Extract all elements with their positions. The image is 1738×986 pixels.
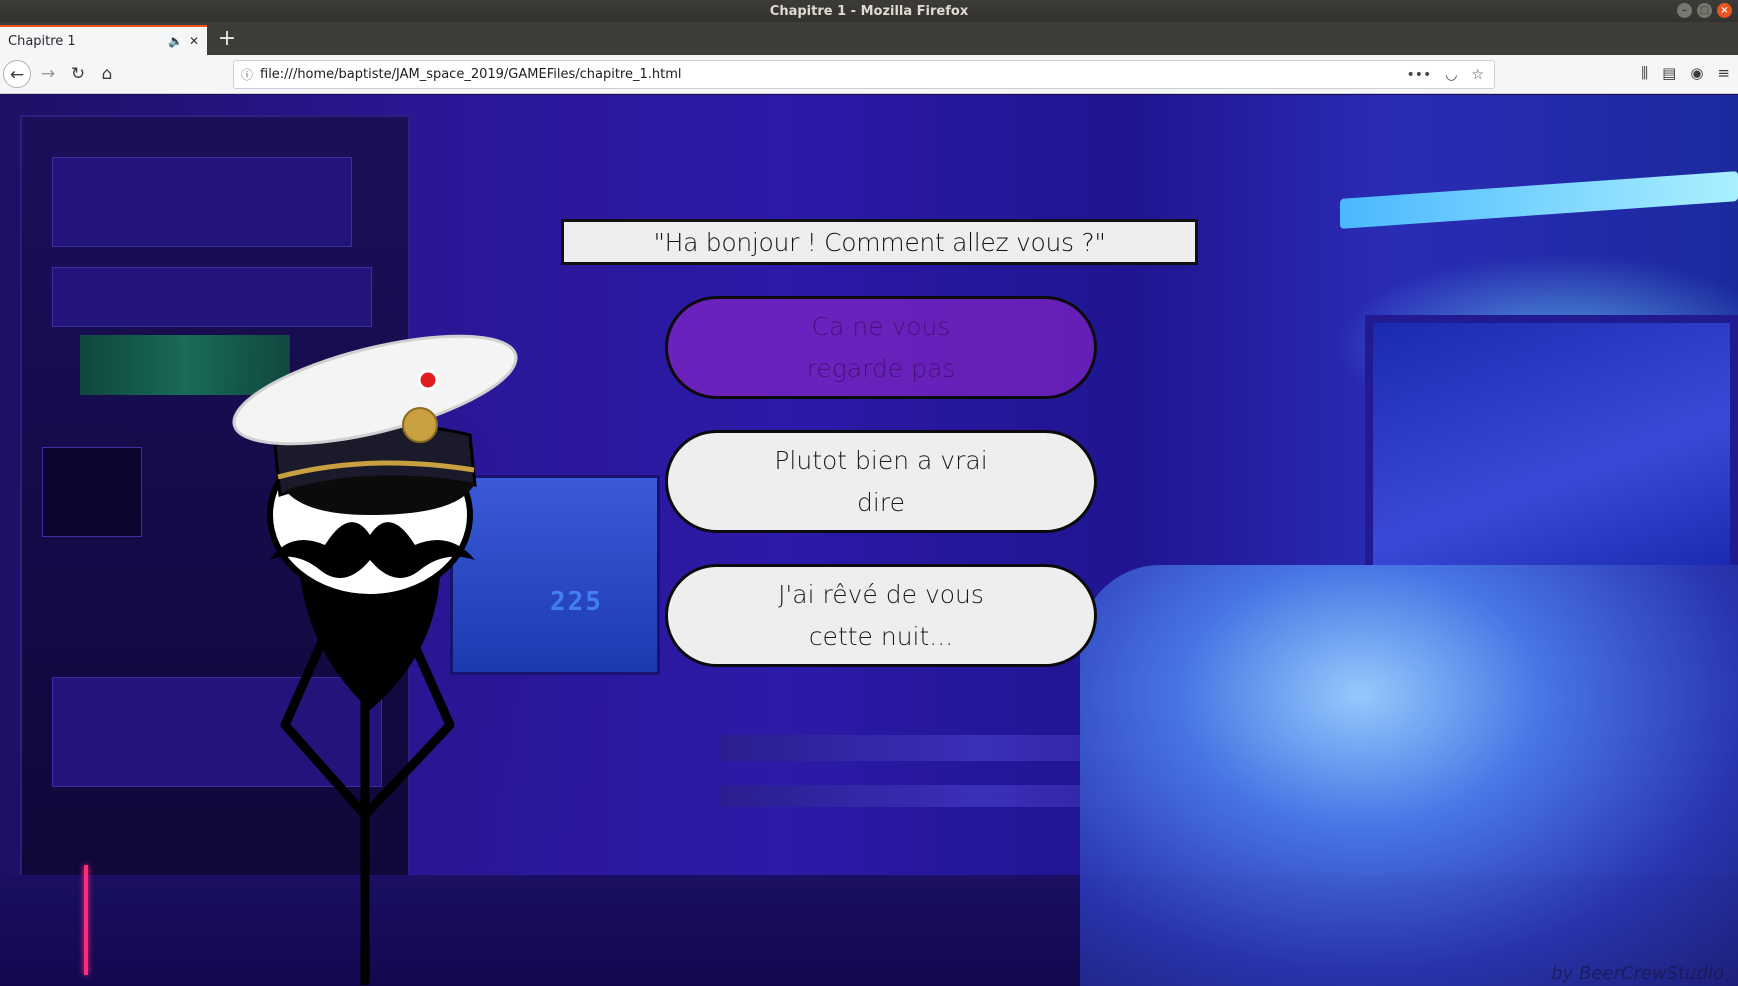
- bookmark-star-icon[interactable]: ☆: [1471, 67, 1484, 83]
- url-text[interactable]: file:///home/baptiste/JAM_space_2019/GAM…: [260, 67, 1406, 82]
- url-actions: ••• ◡ ☆: [1406, 67, 1494, 83]
- neon-strip: [84, 865, 88, 975]
- url-bar[interactable]: ⓘ file:///home/baptiste/JAM_space_2019/G…: [233, 60, 1495, 89]
- maximize-icon[interactable]: □: [1697, 3, 1712, 18]
- reload-button[interactable]: ↻: [64, 60, 92, 88]
- choice-button-2[interactable]: Plutot bien a vrai dire: [665, 430, 1097, 533]
- dialogue-box: "Ha bonjour ! Comment allez vous ?": [561, 219, 1198, 265]
- home-button[interactable]: ⌂: [93, 60, 121, 88]
- library-icon[interactable]: ⫼: [1641, 64, 1648, 82]
- rack-screen: [42, 447, 142, 537]
- more-icon[interactable]: •••: [1406, 67, 1431, 83]
- tab-chapitre-1[interactable]: Chapitre 1 🔈 ✕: [0, 25, 207, 55]
- sidebar-icon[interactable]: ▤: [1662, 64, 1676, 82]
- navigation-bar: ← → ↻ ⌂ ⓘ file:///home/baptiste/JAM_spac…: [0, 55, 1738, 94]
- pocket-icon[interactable]: ◡: [1445, 67, 1457, 83]
- choice-button-3[interactable]: J'ai rêvé de vous cette nuit...: [665, 564, 1097, 667]
- choice-label: J'ai rêvé de vous cette nuit...: [778, 579, 984, 651]
- tab-strip: Chapitre 1 🔈 ✕ +: [0, 22, 1738, 55]
- account-icon[interactable]: ◉: [1690, 64, 1703, 82]
- captain-character: [232, 334, 518, 985]
- forward-button[interactable]: →: [34, 60, 62, 88]
- speaker-icon[interactable]: 🔈: [168, 34, 183, 48]
- toolbar-right: ⫼ ▤ ◉ ≡: [1641, 64, 1730, 82]
- choice-label: Ca ne vous regarde pas: [806, 311, 956, 383]
- menu-icon[interactable]: ≡: [1717, 64, 1730, 82]
- window-title: Chapitre 1 - Mozilla Firefox: [769, 3, 969, 19]
- close-window-icon[interactable]: ×: [1717, 3, 1732, 18]
- choice-button-1[interactable]: Ca ne vous regarde pas: [665, 296, 1097, 399]
- bed-sheets: [1080, 565, 1738, 986]
- studio-credit: by BeerCrewStudio: [1551, 963, 1724, 984]
- new-tab-button[interactable]: +: [214, 26, 240, 52]
- tab-label: Chapitre 1: [8, 33, 76, 49]
- close-icon[interactable]: ✕: [189, 34, 199, 48]
- ceiling-light: [1340, 171, 1738, 229]
- game-viewport: 225 "Ha bonjour ! Comment allez vous ?" …: [0, 95, 1738, 986]
- window-titlebar: Chapitre 1 - Mozilla Firefox – □ ×: [0, 0, 1738, 22]
- porthole-window: [1365, 315, 1738, 575]
- choice-label: Plutot bien a vrai dire: [774, 445, 988, 517]
- back-button[interactable]: ←: [3, 60, 31, 88]
- window-controls: – □ ×: [1677, 3, 1732, 18]
- minimize-icon[interactable]: –: [1677, 3, 1692, 18]
- info-icon[interactable]: ⓘ: [234, 66, 260, 83]
